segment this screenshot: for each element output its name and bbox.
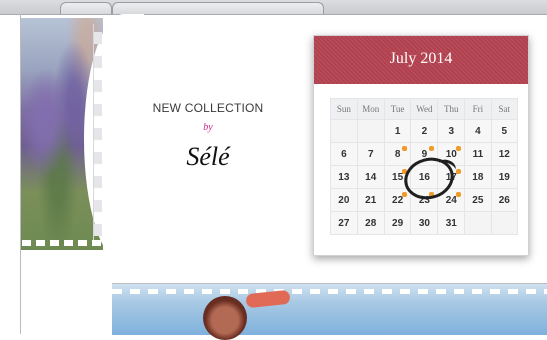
weekday-label: Fri	[464, 98, 492, 120]
event-marker-icon	[429, 146, 435, 151]
calendar-day-3[interactable]: 3	[437, 119, 466, 143]
event-marker-icon	[456, 146, 462, 151]
calendar-day-26[interactable]: 26	[490, 188, 519, 212]
weekday-label: Thu	[437, 98, 466, 120]
film-perforation-vertical	[93, 24, 102, 244]
calendar-day-25[interactable]: 25	[464, 188, 492, 212]
calendar-day-27[interactable]: 27	[330, 211, 358, 235]
collection-heading: NEW COLLECTION	[152, 101, 264, 115]
calendar-day-18[interactable]: 18	[464, 165, 492, 189]
calendar-day-6[interactable]: 6	[330, 142, 358, 166]
calendar-day-7[interactable]: 7	[356, 142, 385, 166]
calendar-empty-cell	[490, 211, 519, 235]
window-top-bar	[0, 0, 547, 15]
calendar-day-19[interactable]: 19	[490, 165, 519, 189]
calendar-empty-cell	[464, 211, 492, 235]
weekday-label: Mon	[356, 98, 385, 120]
calendar-month-title: July 2014	[389, 50, 453, 67]
browser-tab[interactable]	[60, 2, 112, 14]
calendar-day-8[interactable]: 8	[383, 142, 412, 166]
weekday-label: Wed	[410, 98, 439, 120]
calendar-day-2[interactable]: 2	[410, 119, 439, 143]
browser-tab[interactable]	[112, 2, 324, 14]
calendar-day-22[interactable]: 22	[383, 188, 412, 212]
calendar-day-30[interactable]: 30	[410, 211, 439, 235]
brand-name: Sélé	[186, 142, 230, 171]
weekday-label: Sat	[490, 98, 519, 120]
calendar-day-1[interactable]: 1	[383, 119, 412, 143]
calendar-day-12[interactable]: 12	[490, 142, 519, 166]
calendar-day-28[interactable]: 28	[356, 211, 385, 235]
person-photo	[203, 296, 247, 340]
calendar-day-20[interactable]: 20	[330, 188, 358, 212]
calendar-day-31[interactable]: 31	[437, 211, 466, 235]
calendar-day-5[interactable]: 5	[490, 119, 519, 143]
calendar-day-21[interactable]: 21	[356, 188, 385, 212]
film-perforation-bottom	[22, 240, 102, 246]
by-label: by	[203, 122, 213, 133]
event-marker-icon	[456, 169, 462, 174]
calendar-card: July 2014 Sun Mon Tue Wed Thu Fri Sat 1 2 3 4 5 6 7 8 9…	[313, 35, 529, 256]
calendar-day-4[interactable]: 4	[464, 119, 492, 143]
event-marker-icon	[402, 146, 408, 151]
bottom-photo-strip	[112, 283, 547, 335]
calendar-day-13[interactable]: 13	[330, 165, 358, 189]
weekday-label: Sun	[330, 98, 358, 120]
calendar-day-14[interactable]: 14	[356, 165, 385, 189]
calendar-empty-cell	[356, 119, 385, 143]
event-marker-icon	[456, 192, 462, 197]
calendar-empty-cell	[330, 119, 358, 143]
weekday-label: Tue	[383, 98, 412, 120]
calendar-header: July 2014	[314, 36, 528, 84]
event-marker-icon	[402, 192, 408, 197]
calendar-day-11[interactable]: 11	[464, 142, 492, 166]
calendar-day-29[interactable]: 29	[383, 211, 412, 235]
